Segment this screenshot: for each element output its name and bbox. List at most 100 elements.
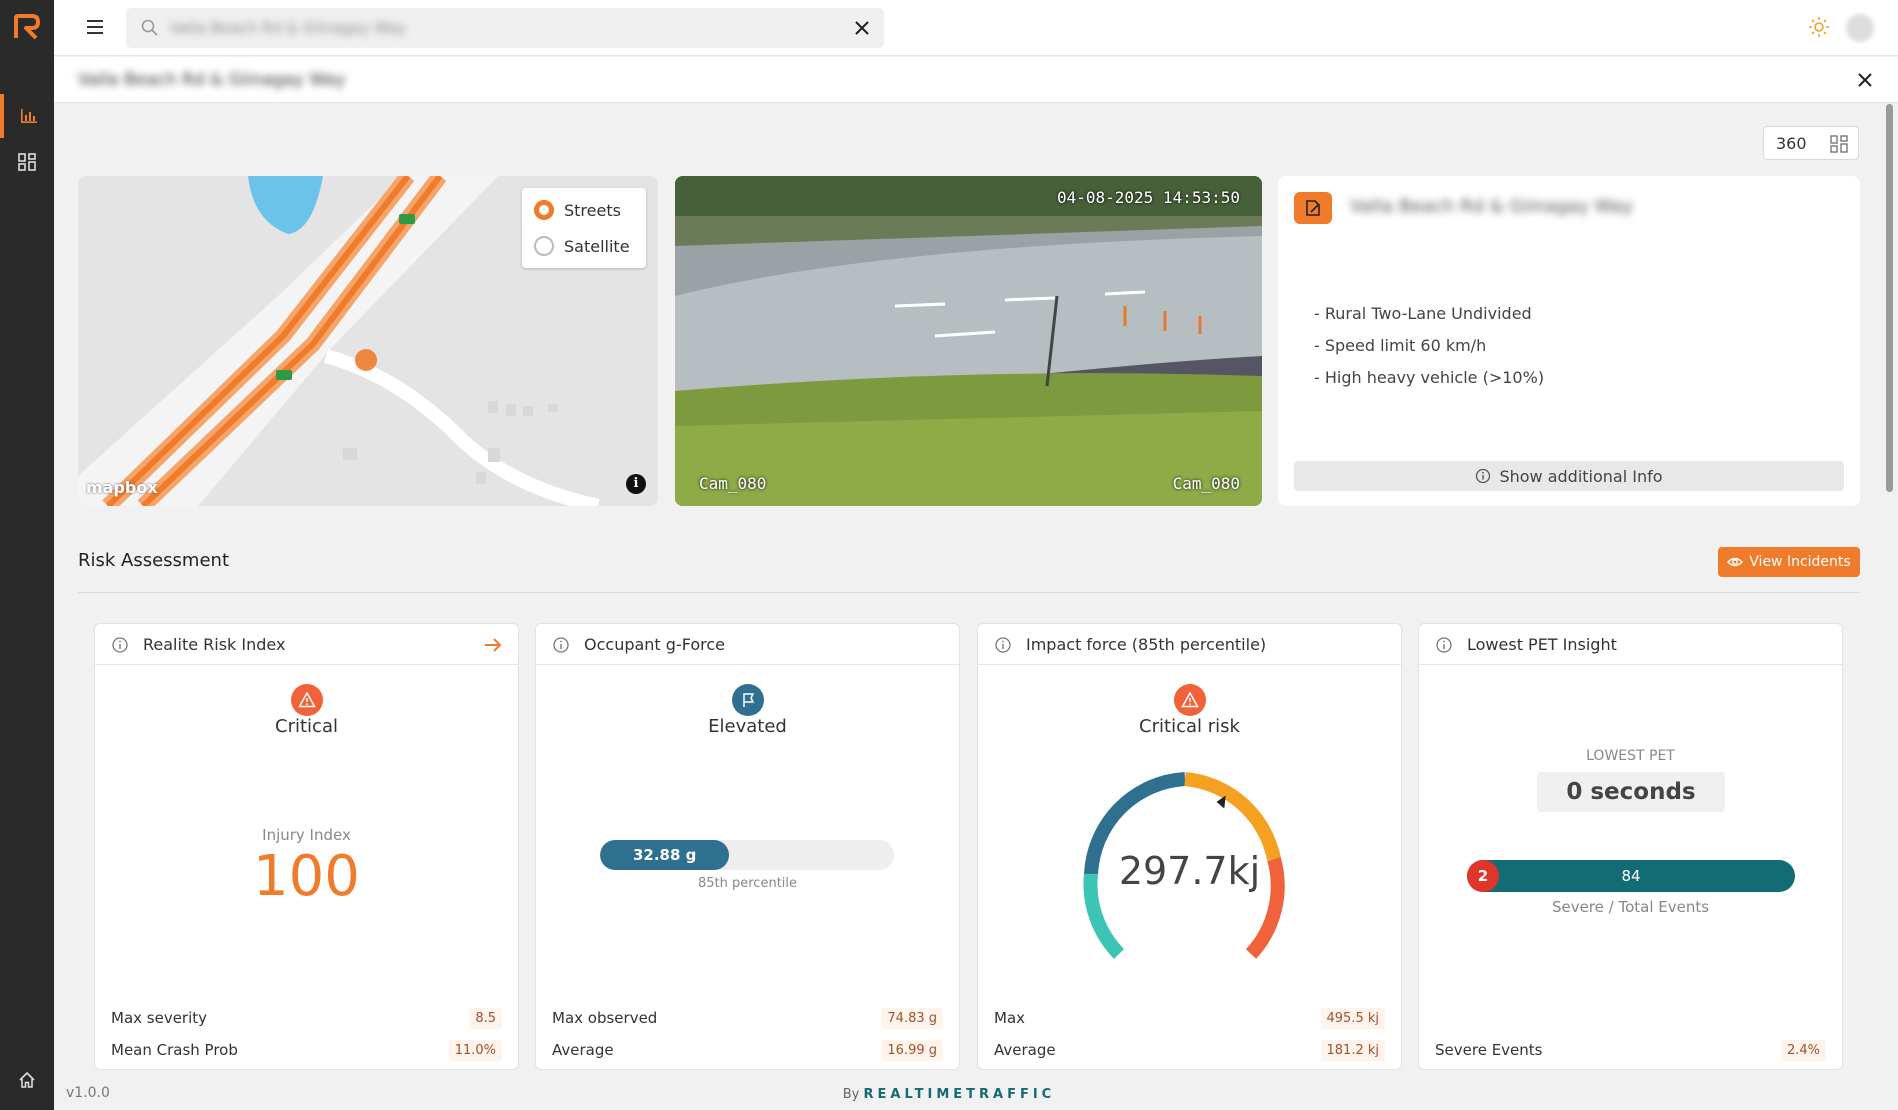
location-title: Valla Beach Rd & Giinagay Way [1350,196,1634,217]
injury-index-value: 100 [253,844,360,909]
sidebar-item-analytics[interactable] [0,94,54,138]
severe-events-count: 2 [1467,860,1499,892]
metric-label: Average [994,1041,1056,1059]
info-icon[interactable] [111,636,129,654]
metric-row: Max severity 8.5 [111,1005,502,1031]
grid-icon [1830,135,1848,153]
card-title: Occupant g-Force [584,635,726,654]
card-header: Lowest PET Insight [1419,624,1842,665]
metric-value: 74.83 g [881,1007,943,1029]
pet-insight-card: Lowest PET Insight LOWEST PET 0 seconds … [1418,623,1843,1070]
risk-index-card: Realite Risk Index Critical Injury Index… [94,623,519,1070]
gforce-progress-bar: 32.88 g [600,840,894,870]
location-feature: - Speed limit 60 km/h [1314,336,1487,355]
metric-row: Average 16.99 g [552,1037,943,1063]
sidebar-item-dashboard[interactable] [0,140,54,184]
camera-label-left: Cam_080 [699,474,767,493]
radio-unselected[interactable] [534,236,554,256]
search-input[interactable]: Valla Beach Rd & Giinagay Way [126,8,884,48]
status-badge [732,684,764,716]
warning-icon [298,691,316,708]
camera-feed[interactable]: 04-08-2025 14:53:50 Cam_080 Cam_080 [675,176,1262,506]
lowest-pet-value: 0 seconds [1537,772,1725,812]
scrollbar-thumb[interactable] [1886,104,1893,492]
pet-events-bar: 84 2 [1467,860,1795,892]
status-label: Critical risk [1139,716,1240,737]
status-badge [291,684,323,716]
brand-name[interactable]: REALTIMETRAFFIC [864,1087,1056,1102]
map-option-satellite[interactable]: Satellite [534,236,630,256]
status-label: Elevated [708,716,787,737]
gforce-caption: 85th percentile [697,876,798,891]
map-option-label: Streets [564,200,621,220]
divider [78,592,1860,593]
card-header: Occupant g-Force [536,624,959,665]
card-title: Realite Risk Index [143,635,286,654]
card-header: Impact force (85th percentile) [978,624,1401,665]
sun-icon[interactable] [1808,16,1830,38]
map-option-streets[interactable]: Streets [534,200,621,220]
camera-timestamp: 04-08-2025 14:53:50 [1056,188,1240,207]
menu-icon[interactable] [84,16,106,38]
injury-index-label: Injury Index [262,826,351,844]
map-option-label: Satellite [564,236,630,256]
metric-label: Max severity [111,1009,208,1027]
top-bar: Valla Beach Rd & Giinagay Way [54,0,1898,56]
section-title: Risk Assessment [78,550,230,571]
location-map[interactable]: Streets Satellite mapbox i [78,176,658,506]
radio-selected[interactable] [534,200,554,220]
search-value: Valla Beach Rd & Giinagay Way [170,19,406,37]
view-360-button[interactable]: 360 [1763,126,1859,160]
view-incidents-label: View Incidents [1749,554,1851,570]
camera-image [675,176,1262,506]
mapbox-attribution[interactable]: mapbox [86,478,158,497]
arrow-right-icon[interactable] [482,634,504,656]
show-additional-info-label: Show additional Info [1499,466,1663,486]
metric-row: Mean Crash Prob 11.0% [111,1037,502,1063]
app-logo[interactable] [12,12,42,42]
metric-label: Severe Events [1435,1041,1543,1059]
show-additional-info-button[interactable]: Show additional Info [1294,461,1844,491]
status-badge [1174,684,1206,716]
info-icon[interactable]: i [626,474,646,494]
metric-value: 495.5 kj [1320,1007,1385,1029]
close-icon[interactable] [852,18,872,38]
footer-credit: By REALTIMETRAFFIC [0,1087,1898,1102]
scrollbar[interactable] [1882,104,1898,1076]
edit-icon [1306,200,1320,216]
info-icon[interactable] [1435,636,1453,654]
metric-label: Max observed [552,1009,658,1027]
metric-label: Average [552,1041,614,1059]
info-icon[interactable] [552,636,570,654]
gauge-value: 297.7kj [1118,849,1261,893]
gforce-progress-fill: 32.88 g [600,840,730,870]
sidebar [0,0,54,1110]
total-events-count: 84 [1621,867,1641,885]
card-title: Lowest PET Insight [1467,635,1617,654]
avatar[interactable] [1846,14,1874,42]
info-icon[interactable] [994,636,1012,654]
view-360-label: 360 [1776,133,1807,153]
bar-chart-icon [21,109,37,123]
grid-icon [18,153,36,171]
pet-events-caption: Severe / Total Events [1551,898,1710,916]
metric-row: Severe Events 2.4% [1435,1037,1826,1063]
search-icon [141,19,158,36]
metric-row: Average 181.2 kj [994,1037,1385,1063]
view-incidents-button[interactable]: View Incidents [1718,547,1860,577]
metric-label: Max [994,1009,1026,1027]
metric-value: 8.5 [469,1007,502,1029]
info-icon [1476,468,1491,484]
status-label: Critical [275,716,338,737]
map-style-toggle: Streets Satellite [522,188,646,268]
metric-value: 16.99 g [881,1039,943,1061]
camera-label-right: Cam_080 [1172,474,1240,493]
location-info-card: Valla Beach Rd & Giinagay Way - Rural Tw… [1278,176,1860,506]
metric-row: Max observed 74.83 g [552,1005,943,1031]
warning-icon [1181,691,1199,708]
lowest-pet-label: LOWEST PET [1586,748,1675,764]
metric-value: 2.4% [1780,1039,1826,1061]
eye-icon [1727,557,1744,567]
card-header: Realite Risk Index [95,624,518,665]
close-icon[interactable] [1854,69,1876,91]
